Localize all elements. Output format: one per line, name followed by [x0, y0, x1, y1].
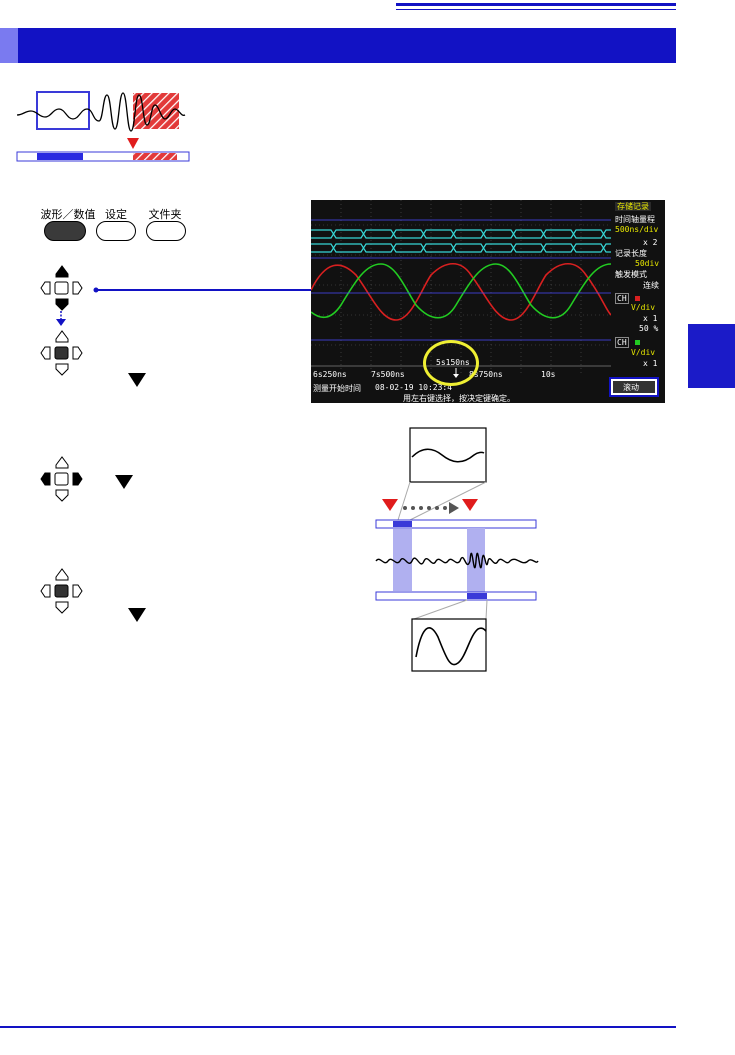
- settings-label: 设定: [105, 208, 127, 221]
- down-key-icon: [55, 489, 69, 502]
- up-key-icon: [55, 456, 69, 469]
- cursor-keypad-enter-2[interactable]: [36, 565, 88, 615]
- cursor-highlight-circle: [423, 340, 479, 386]
- enter-key-icon: [54, 346, 69, 360]
- scroll-concept-illustration: [16, 91, 190, 162]
- record-length-value[interactable]: 50div: [635, 259, 659, 268]
- enter-key-icon: [54, 584, 69, 598]
- channel-b-label: CH: [615, 337, 629, 348]
- instrument-screen: 存储记录 时间轴量程 500ns/div x 2 记录长度 50div 触发模式…: [311, 200, 665, 403]
- zoom-value: x 2: [643, 238, 658, 247]
- trigger-mode-value[interactable]: 连续: [643, 281, 659, 290]
- step-arrow-icon: [56, 311, 66, 326]
- channel-a-label: CH: [615, 293, 629, 304]
- cursor-keypad-enter[interactable]: [36, 327, 88, 377]
- header-rule-thin: [396, 9, 676, 10]
- up-key-icon: [55, 330, 69, 343]
- scroll-movement-diagram: [375, 427, 539, 672]
- channel-a-multiplier: x 1: [643, 314, 658, 323]
- scroll-button-label: 滚动: [623, 383, 639, 392]
- left-key-icon: [40, 281, 51, 295]
- waveform-numeric-label: 波形／数值: [40, 208, 96, 221]
- start-marker: [382, 499, 398, 511]
- zoom-box-bottom: [411, 618, 487, 672]
- chapter-side-tab: [688, 324, 735, 388]
- enter-key-icon: [54, 472, 69, 486]
- record-bar-hatched: [133, 153, 177, 160]
- time-label-2: 7s500ns: [371, 370, 405, 379]
- section-heading-bar: [0, 28, 676, 63]
- down-key-icon: [55, 363, 69, 376]
- left-key-icon: [40, 584, 51, 598]
- next-step-triangle-3: [128, 608, 146, 622]
- channel-a-range[interactable]: V/div: [631, 303, 655, 312]
- waveform-numeric-button[interactable]: [44, 221, 86, 241]
- scroll-button[interactable]: 滚动: [609, 377, 659, 397]
- start-time-label: 测量开始时间: [313, 384, 361, 393]
- left-key-icon: [40, 472, 51, 486]
- record-length-label: 记录长度: [615, 249, 647, 258]
- time-label-1: 6s250ns: [313, 370, 347, 379]
- channel-b-color-swatch: [635, 340, 640, 345]
- right-key-icon: [72, 584, 83, 598]
- bottom-hint: 用左右键选择，按决定键确定。: [403, 394, 515, 403]
- enter-key-icon: [54, 281, 69, 295]
- right-key-icon: [72, 281, 83, 295]
- settings-button[interactable]: [96, 221, 136, 241]
- channel-b-multiplier: x 1: [643, 359, 658, 368]
- cursor-keypad-up[interactable]: [36, 262, 88, 312]
- folder-button[interactable]: [146, 221, 186, 241]
- down-key-icon: [55, 601, 69, 614]
- time-axis-label: 时间轴量程: [615, 215, 655, 224]
- footer-rule: [0, 1026, 676, 1028]
- right-key-icon: [72, 346, 83, 360]
- time-label-4: 10s: [541, 370, 556, 379]
- side-panel: 存储记录 时间轴量程 500ns/div x 2 记录长度 50div 触发模式…: [613, 200, 665, 403]
- time-axis-value[interactable]: 500ns/div: [615, 225, 658, 234]
- cursor-keypad-left-right[interactable]: [36, 453, 88, 503]
- header-rule-thick: [396, 3, 676, 6]
- up-key-icon: [55, 265, 69, 278]
- right-key-icon: [72, 472, 83, 486]
- folder-label: 文件夹: [148, 208, 182, 221]
- end-marker: [462, 499, 478, 511]
- channel-b-range[interactable]: V/div: [631, 348, 655, 357]
- channel-a-color-swatch: [635, 296, 640, 301]
- record-bar-view: [37, 153, 83, 160]
- channel-a-percent: 50 %: [639, 324, 659, 333]
- next-step-triangle-2: [115, 475, 133, 489]
- panel-title: 存储记录: [615, 202, 651, 211]
- up-key-icon: [55, 568, 69, 581]
- down-key-icon: [55, 298, 69, 311]
- left-key-icon: [40, 346, 51, 360]
- trigger-mode-label: 触发模式: [615, 270, 647, 279]
- position-marker: [127, 138, 139, 149]
- section-heading-marker: [0, 28, 18, 63]
